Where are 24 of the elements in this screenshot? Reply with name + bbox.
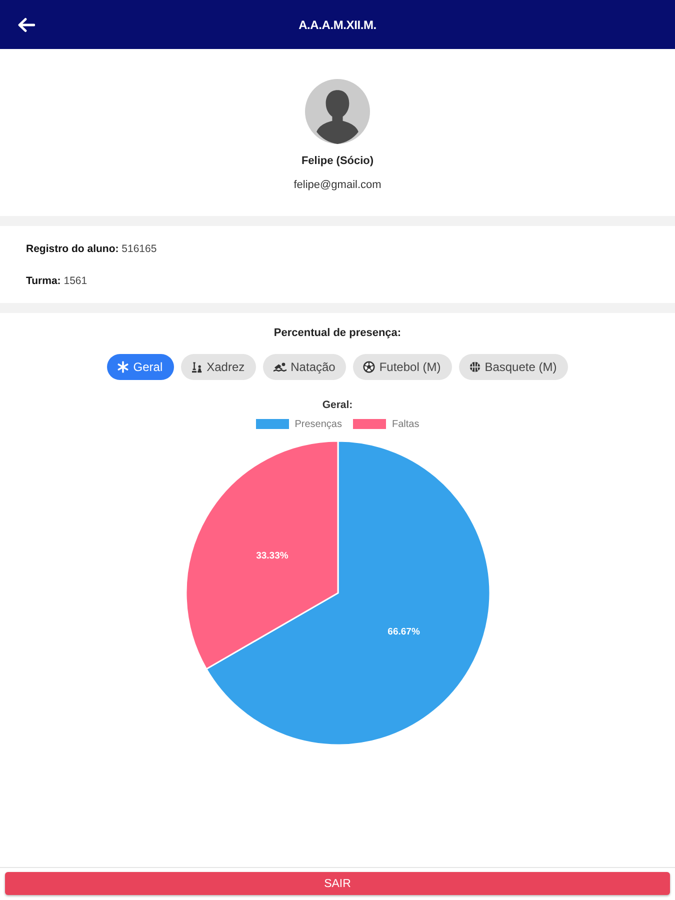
user-name: Felipe (Sócio) [301,154,374,168]
soccer-ball-icon [363,361,376,373]
filter-chip[interactable]: Geral [107,354,174,380]
detail-text: Turma: 1561 [26,274,88,288]
chart-title: Geral: [322,398,353,412]
section-heading: Percentual de presença: [274,326,402,340]
header-title: A.A.A.M.XII.M. [298,18,376,32]
basketball-icon [468,361,481,373]
slice-value-label: 66.67% [387,626,420,638]
legend-label: Presenças [294,418,342,430]
detail-text: Registro do aluno: 516165 [26,242,157,256]
slice-value-label: 33.33% [256,550,288,562]
swimmer-icon [272,361,287,373]
back-arrow-icon [17,17,35,33]
filter-chip[interactable]: Natação [262,354,346,380]
chess-pieces-icon [190,361,203,373]
filter-chip[interactable]: Basquete (M) [458,354,568,380]
asterisk-icon [117,361,130,373]
filter-chip[interactable]: Xadrez [180,354,256,380]
logout-button[interactable]: SAIR [5,872,670,895]
user-avatar-icon [305,79,370,144]
user-email: felipe@gmail.com [294,178,382,192]
filter-chip[interactable]: Futebol (M) [353,354,452,380]
legend-label: Faltas [392,418,420,430]
